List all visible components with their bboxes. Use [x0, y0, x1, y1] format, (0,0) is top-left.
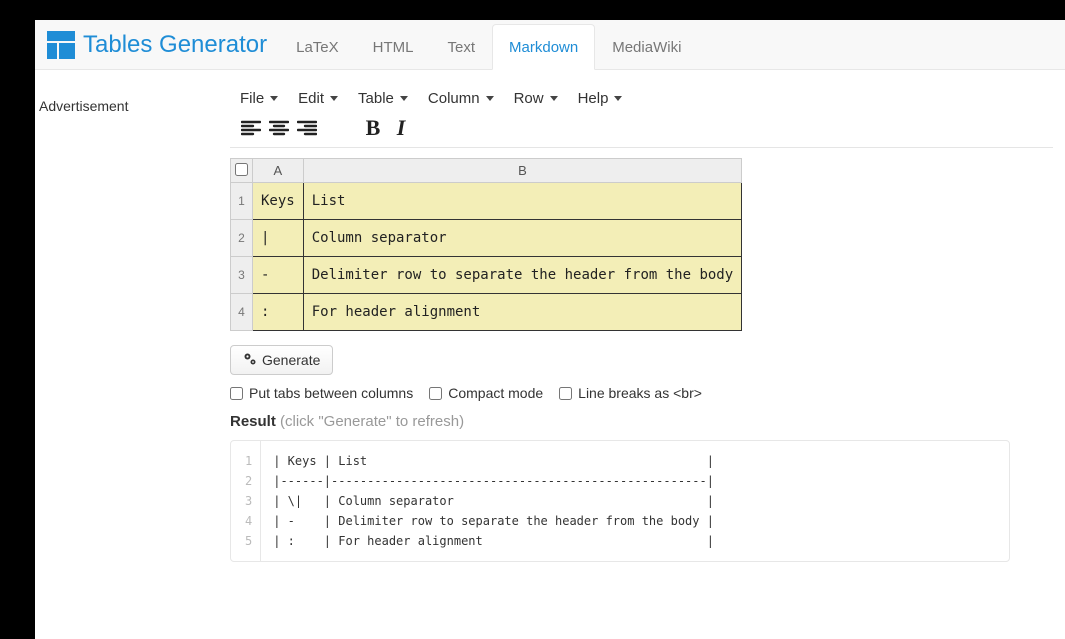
menu-bar: File Edit Table Column Row Help [230, 84, 1053, 111]
caret-down-icon [330, 96, 338, 101]
menu-row[interactable]: Row [514, 90, 558, 107]
format-toolbar: B I [230, 111, 1053, 147]
sidebar: Advertisement [35, 80, 230, 562]
tab-text[interactable]: Text [431, 24, 493, 70]
caret-down-icon [400, 96, 408, 101]
bold-icon[interactable]: B [362, 117, 384, 139]
toolbar-separator [230, 147, 1053, 148]
option-line-breaks-label: Line breaks as <br> [578, 385, 702, 401]
output-code-block[interactable]: 1 2 3 4 5 | Keys | List | |------|------… [230, 440, 1010, 562]
caret-down-icon [614, 96, 622, 101]
cell-b3[interactable]: Delimiter row to separate the header fro… [303, 257, 741, 294]
caret-down-icon [486, 96, 494, 101]
format-tabs: LaTeX HTML Text Markdown MediaWiki [279, 20, 698, 69]
cell-a3[interactable]: - [253, 257, 304, 294]
row-header-4[interactable]: 4 [231, 294, 253, 331]
brand[interactable]: Tables Generator [43, 20, 279, 69]
top-navbar: Tables Generator LaTeX HTML Text Markdow… [35, 20, 1065, 70]
option-compact-mode[interactable]: Compact mode [429, 385, 543, 401]
align-center-icon[interactable] [268, 117, 290, 139]
generate-button-label: Generate [262, 352, 320, 368]
col-header-b[interactable]: B [303, 159, 741, 183]
option-line-breaks[interactable]: Line breaks as <br> [559, 385, 702, 401]
main-column: File Edit Table Column Row Help [230, 80, 1065, 562]
cell-a4[interactable]: : [253, 294, 304, 331]
row-header-2[interactable]: 2 [231, 220, 253, 257]
cell-b2[interactable]: Column separator [303, 220, 741, 257]
align-right-icon[interactable] [296, 117, 318, 139]
gears-icon [243, 352, 257, 368]
result-label: Result [230, 413, 276, 430]
tab-markdown[interactable]: Markdown [492, 24, 595, 70]
tab-html[interactable]: HTML [356, 24, 431, 70]
tab-mediawiki[interactable]: MediaWiki [595, 24, 698, 70]
option-tabs-between-checkbox[interactable] [230, 387, 243, 400]
menu-help[interactable]: Help [578, 90, 623, 107]
caret-down-icon [270, 96, 278, 101]
brand-text: Tables Generator [83, 31, 267, 59]
output-code[interactable]: | Keys | List | |------|----------------… [261, 441, 726, 561]
output-line-numbers: 1 2 3 4 5 [231, 441, 261, 561]
select-all-corner[interactable] [231, 159, 253, 183]
menu-row-label: Row [514, 90, 544, 107]
menu-file-label: File [240, 90, 264, 107]
option-line-breaks-checkbox[interactable] [559, 387, 572, 400]
row-header-1[interactable]: 1 [231, 183, 253, 220]
italic-icon[interactable]: I [390, 117, 412, 139]
menu-help-label: Help [578, 90, 609, 107]
menu-table[interactable]: Table [358, 90, 408, 107]
caret-down-icon [550, 96, 558, 101]
result-heading: Result (click "Generate" to refresh) [230, 413, 1053, 430]
col-header-a[interactable]: A [253, 159, 304, 183]
menu-edit[interactable]: Edit [298, 90, 338, 107]
option-tabs-between[interactable]: Put tabs between columns [230, 385, 413, 401]
option-compact-mode-label: Compact mode [448, 385, 543, 401]
menu-column-label: Column [428, 90, 480, 107]
menu-table-label: Table [358, 90, 394, 107]
option-tabs-between-label: Put tabs between columns [249, 385, 413, 401]
option-compact-mode-checkbox[interactable] [429, 387, 442, 400]
menu-column[interactable]: Column [428, 90, 494, 107]
menu-edit-label: Edit [298, 90, 324, 107]
options-row: Put tabs between columns Compact mode Li… [230, 385, 1053, 401]
align-left-icon[interactable] [240, 117, 262, 139]
cell-b4[interactable]: For header alignment [303, 294, 741, 331]
cell-a1[interactable]: Keys [253, 183, 304, 220]
tab-latex[interactable]: LaTeX [279, 24, 356, 70]
result-hint: (click "Generate" to refresh) [280, 413, 464, 430]
brand-logo-icon [47, 31, 75, 59]
select-all-checkbox[interactable] [235, 163, 248, 176]
generate-button[interactable]: Generate [230, 345, 333, 375]
row-header-3[interactable]: 3 [231, 257, 253, 294]
cell-b1[interactable]: List [303, 183, 741, 220]
table-editor[interactable]: A B 1 Keys List 2 | Column separator 3 [230, 158, 1053, 331]
advertisement-label: Advertisement [39, 98, 128, 114]
menu-file[interactable]: File [240, 90, 278, 107]
cell-a2[interactable]: | [253, 220, 304, 257]
